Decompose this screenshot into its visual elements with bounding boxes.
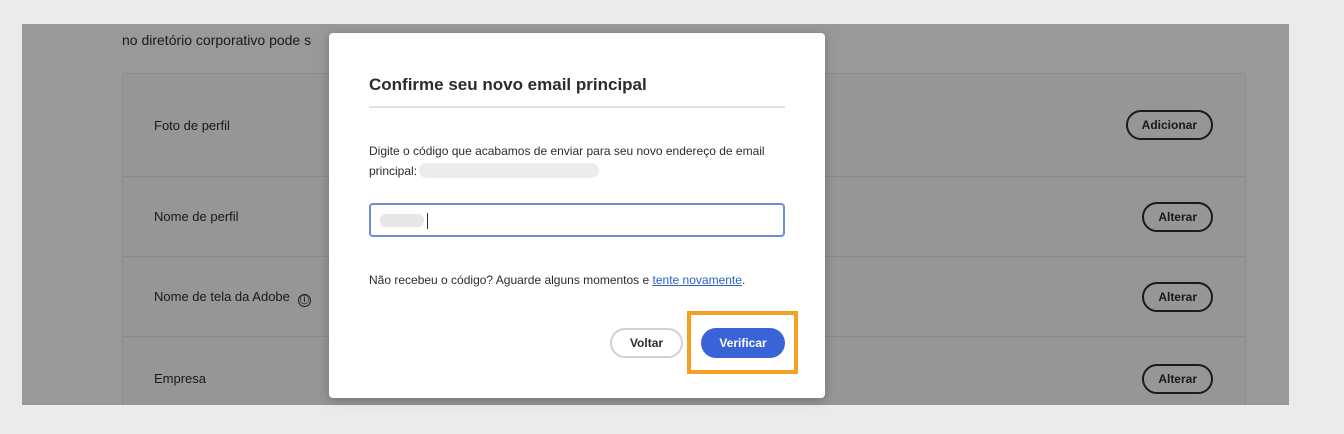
text-caret [427,213,428,229]
verify-button[interactable]: Verificar [701,328,785,358]
dialog-description: Digite o código que acabamos de enviar p… [369,141,785,181]
back-button[interactable]: Voltar [610,328,683,358]
title-divider [369,106,785,108]
confirm-email-dialog: Confirme seu novo email principal Digite… [329,33,825,398]
verification-code-input[interactable] [369,203,785,237]
redacted-code [380,214,424,227]
dialog-title: Confirme seu novo email principal [369,75,647,94]
redacted-email [419,163,600,178]
resend-suffix: . [741,273,746,287]
resend-prefix: Não recebeu o código? Aguarde alguns mom… [369,273,653,287]
resend-text: Não recebeu o código? Aguarde alguns mom… [369,273,745,287]
resend-link[interactable]: tente novamente [653,273,742,287]
